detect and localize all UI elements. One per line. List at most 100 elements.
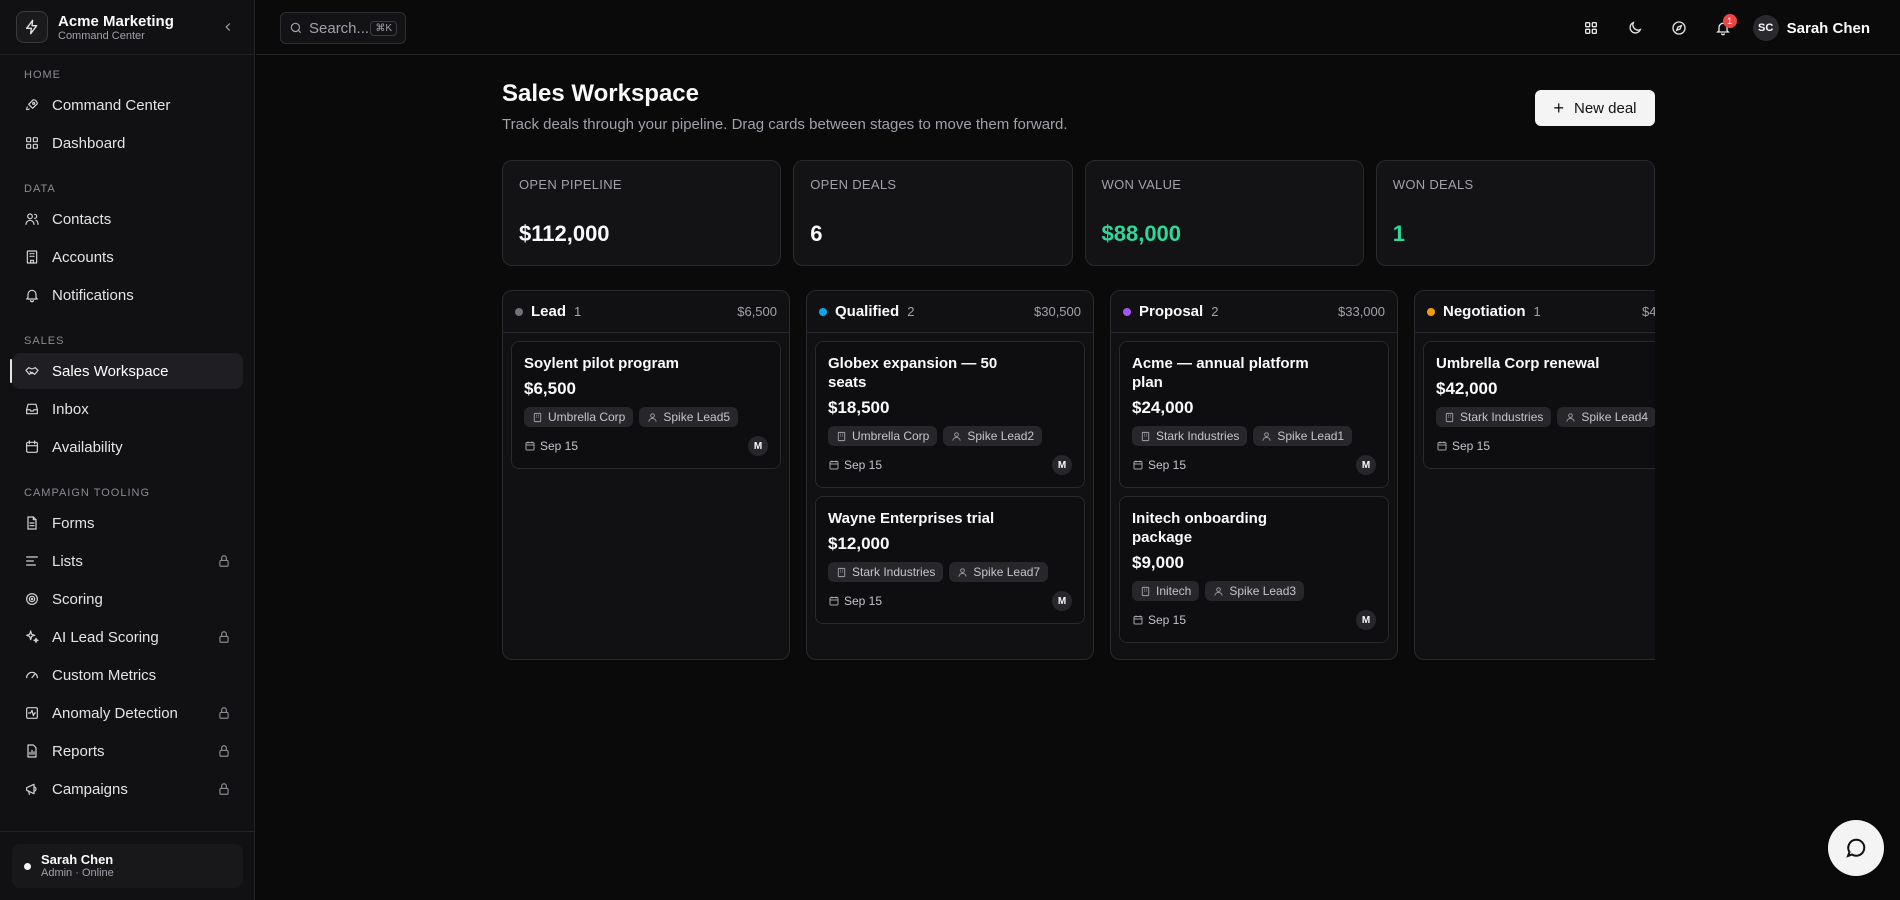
sidebar-item-sales-workspace[interactable]: Sales Workspace bbox=[10, 353, 243, 389]
sidebar-item-anomaly-detection[interactable]: Anomaly Detection bbox=[12, 695, 243, 731]
column-name: Lead bbox=[531, 303, 567, 320]
lock-icon bbox=[219, 555, 229, 567]
column-header: Lead 1 $6,500 bbox=[503, 291, 789, 333]
deal-title: Acme — annual platform plan bbox=[1132, 355, 1309, 391]
sidebar-item-command-center[interactable]: Command Center bbox=[12, 87, 243, 123]
contact-chip-label: Spike Lead3 bbox=[1229, 584, 1297, 598]
chevron-left-icon[interactable] bbox=[218, 17, 238, 37]
stage-color-dot bbox=[1123, 307, 1131, 316]
sidebar-item-reports[interactable]: Reports bbox=[12, 733, 243, 769]
sidebar-item-scoring[interactable]: Scoring bbox=[12, 581, 243, 617]
owner-avatar[interactable]: M bbox=[1052, 591, 1072, 611]
sidebar-item-inbox[interactable]: Inbox bbox=[12, 391, 243, 427]
profile-menu[interactable]: SC Sarah Chen bbox=[1752, 15, 1870, 41]
contact-chip[interactable]: Spike Lead5 bbox=[639, 407, 739, 427]
megaphone-icon bbox=[24, 781, 40, 797]
brand-name: Acme Marketing bbox=[58, 12, 174, 30]
contact-chip-label: Spike Lead5 bbox=[663, 410, 731, 424]
deal-card[interactable]: Umbrella Corp renewal $42,000 Stark Indu… bbox=[1423, 341, 1655, 469]
column-header: Negotiation 1 $42,000 bbox=[1415, 291, 1655, 333]
account-chip[interactable]: Umbrella Corp bbox=[524, 407, 634, 427]
owner-avatar[interactable]: M bbox=[748, 436, 768, 456]
sidebar-item-contacts[interactable]: Contacts bbox=[12, 201, 243, 237]
contact-chip[interactable]: Spike Lead7 bbox=[949, 562, 1049, 582]
deal-date: Sep 15 bbox=[844, 594, 883, 608]
account-chip[interactable]: Umbrella Corp bbox=[828, 426, 938, 446]
account-chip[interactable]: Stark Industries bbox=[1132, 426, 1248, 446]
account-chip[interactable]: Initech bbox=[1132, 581, 1200, 601]
sidebar-item-campaigns[interactable]: Campaigns bbox=[12, 771, 243, 807]
bolt-icon[interactable] bbox=[16, 11, 48, 43]
compass-icon[interactable] bbox=[1663, 12, 1695, 44]
deal-card[interactable]: Wayne Enterprises trial $12,000 Stark In… bbox=[815, 496, 1085, 624]
sidebar-item-label: AI Lead Scoring bbox=[52, 628, 159, 646]
user-icon bbox=[648, 412, 657, 422]
sidebar-item-label: Campaigns bbox=[52, 780, 128, 798]
sidebar-item-label: Inbox bbox=[52, 400, 89, 418]
sidebar-item-dashboard[interactable]: Dashboard bbox=[12, 125, 243, 161]
account-chip[interactable]: Stark Industries bbox=[1436, 407, 1552, 427]
new-deal-button[interactable]: + New deal bbox=[1535, 90, 1655, 126]
notifications-bell-icon[interactable]: 1 bbox=[1707, 12, 1739, 44]
deal-date: Sep 15 bbox=[1452, 439, 1491, 453]
bell-icon bbox=[24, 287, 40, 303]
contact-chip[interactable]: Spike Lead3 bbox=[1205, 581, 1305, 601]
page-subtitle: Track deals through your pipeline. Drag … bbox=[502, 116, 1068, 133]
deal-card[interactable]: Globex expansion — 50 seats $18,500 Umbr… bbox=[815, 341, 1085, 488]
contact-chip[interactable]: Spike Lead1 bbox=[1253, 426, 1353, 446]
column-count: 1 bbox=[1533, 304, 1541, 319]
sidebar-user-role: Admin · Online bbox=[41, 867, 114, 879]
contact-chip[interactable]: Spike Lead4 bbox=[1557, 407, 1655, 427]
owner-avatar[interactable]: M bbox=[1052, 455, 1072, 475]
deal-title: Umbrella Corp renewal bbox=[1436, 355, 1600, 372]
owner-avatar[interactable]: M bbox=[1356, 455, 1376, 475]
sidebar-item-notifications[interactable]: Notifications bbox=[12, 277, 243, 313]
stats-row: OPEN PIPELINE $112,000 OPEN DEALS 6 WON … bbox=[502, 160, 1655, 266]
search-input[interactable]: Search... ⌘K bbox=[280, 12, 406, 44]
lock-icon bbox=[219, 631, 229, 643]
user-icon bbox=[1214, 586, 1223, 596]
deal-card[interactable]: Soylent pilot program $6,500 Umbrella Co… bbox=[511, 341, 781, 469]
deal-date: Sep 15 bbox=[844, 458, 883, 472]
apps-grid-icon[interactable] bbox=[1575, 12, 1607, 44]
contact-chip[interactable]: Spike Lead2 bbox=[943, 426, 1043, 446]
sidebar-item-forms[interactable]: Forms bbox=[12, 505, 243, 541]
sidebar-item-custom-metrics[interactable]: Custom Metrics bbox=[12, 657, 243, 693]
sidebar-item-accounts[interactable]: Accounts bbox=[12, 239, 243, 275]
user-icon bbox=[952, 431, 961, 441]
sidebar-section-title: SALES bbox=[24, 335, 65, 347]
sidebar-item-lists[interactable]: Lists bbox=[12, 543, 243, 579]
sidebar-item-label: Scoring bbox=[52, 590, 103, 608]
column-count: 2 bbox=[907, 304, 915, 319]
deal-title: Wayne Enterprises trial bbox=[828, 510, 995, 527]
chat-button[interactable] bbox=[1828, 820, 1884, 876]
sidebar-item-ai-lead-scoring[interactable]: AI Lead Scoring bbox=[12, 619, 243, 655]
sidebar-item-availability[interactable]: Availability bbox=[12, 429, 243, 465]
stat-label: WON VALUE bbox=[1101, 177, 1182, 192]
calendar-clock-icon bbox=[1133, 460, 1143, 470]
deal-card[interactable]: Acme — annual platform plan $24,000 Star… bbox=[1119, 341, 1389, 488]
sidebar-item-label: Accounts bbox=[52, 248, 114, 266]
stat-card: WON VALUE $88,000 bbox=[1084, 160, 1364, 266]
pipeline-column-lead[interactable]: Lead 1 $6,500 Soylent pilot program $6,5… bbox=[502, 290, 790, 660]
contact-chip-label: Spike Lead1 bbox=[1277, 429, 1345, 443]
page-title: Sales Workspace bbox=[502, 80, 700, 107]
search-shortcut: ⌘K bbox=[370, 20, 397, 36]
account-chip[interactable]: Stark Industries bbox=[828, 562, 944, 582]
user-icon bbox=[1262, 431, 1271, 441]
deal-card[interactable]: Initech onboarding package $9,000 Initec… bbox=[1119, 496, 1389, 643]
users-icon bbox=[24, 211, 40, 227]
sidebar-item-label: Sales Workspace bbox=[52, 362, 169, 380]
pipeline-column-negotiation[interactable]: Negotiation 1 $42,000 Umbrella Corp rene… bbox=[1414, 290, 1655, 660]
pipeline-column-qualified[interactable]: Qualified 2 $30,500 Globex expansion — 5… bbox=[806, 290, 1094, 660]
moon-icon[interactable] bbox=[1619, 12, 1651, 44]
sidebar-section-title: DATA bbox=[24, 183, 56, 195]
calendar-clock-icon bbox=[829, 596, 839, 606]
account-chip-label: Initech bbox=[1156, 584, 1192, 598]
rocket-icon bbox=[24, 97, 40, 113]
owner-avatar[interactable]: M bbox=[1356, 610, 1376, 630]
pipeline-column-proposal[interactable]: Proposal 2 $33,000 Acme — annual platfor… bbox=[1110, 290, 1398, 660]
sidebar-user-card[interactable]: Sarah Chen Admin · Online bbox=[12, 844, 243, 888]
online-status-dot bbox=[24, 862, 31, 870]
sidebar-item-label: Dashboard bbox=[52, 134, 126, 152]
